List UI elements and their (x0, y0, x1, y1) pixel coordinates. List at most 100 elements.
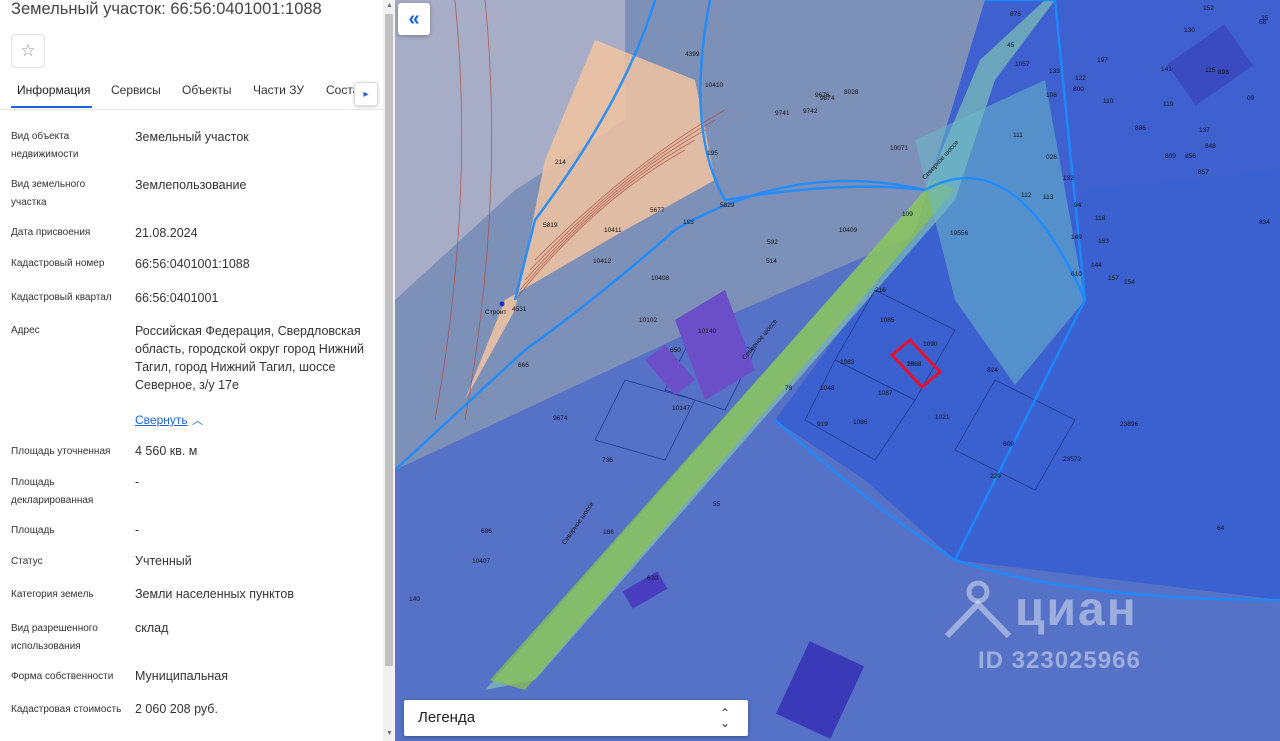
parcel-label: 110 (1103, 98, 1114, 105)
parcel-label: 10409 (839, 227, 857, 234)
parcel-label: 195 (707, 150, 718, 157)
collapse-panel-button[interactable]: « (398, 3, 430, 35)
map-canvas[interactable]: 108810901085108310871086102121678 1048919… (395, 0, 1280, 741)
parcel-label: 1085 (880, 317, 895, 324)
property-value: - (135, 523, 140, 537)
parcel-label: 809 (1165, 153, 1176, 160)
chevron-right-icon: ▸ (363, 88, 369, 100)
chevron-up-icon[interactable]: ︿ (192, 412, 203, 428)
parcel-label: 592 (767, 239, 778, 246)
scroll-down-icon[interactable]: ▼ (386, 730, 393, 737)
property-label: Статус (11, 556, 43, 567)
parcel-label: 1083 (840, 359, 855, 366)
property-value: Земельный участок (135, 130, 249, 144)
parcel-label: 5819 (543, 222, 558, 229)
property-label: Форма собственности (11, 671, 114, 682)
parcel-label: 028 (1046, 154, 1057, 161)
tab-parts[interactable]: Части ЗУ (253, 83, 304, 97)
property-value: Муниципальная (135, 669, 228, 683)
tabs-scroll-right-button[interactable]: ▸ (354, 82, 378, 106)
parcel-label: 197 (1097, 57, 1108, 64)
parcel-label: 10102 (639, 317, 657, 324)
parcel-label: 1087 (878, 390, 893, 397)
parcel-label: 154 (1124, 279, 1135, 286)
parcel-label: 9874 (820, 95, 835, 102)
property-value: Земли населенных пунктов (135, 587, 294, 601)
parcel-label: 610 (1071, 271, 1082, 278)
parcel-label: 1021 (935, 414, 950, 421)
parcel-label: 1048 (820, 385, 835, 392)
parcel-label: 144 (1091, 262, 1102, 269)
property-label: Вид объекта недвижимости (11, 131, 79, 160)
parcel-label: 824 (987, 367, 998, 374)
parcel-label: 64 (1217, 525, 1225, 532)
parcel-label: 5829 (720, 202, 735, 209)
property-value: 2 060 208 руб. (135, 702, 218, 716)
parcel-label: 149 (1071, 234, 1082, 241)
parcel-label: 10071 (890, 145, 908, 152)
parcel-label: 10410 (705, 82, 723, 89)
scroll-up-icon[interactable]: ▲ (386, 2, 393, 9)
property-label: Кадастровый номер (11, 258, 105, 269)
parcel-label: 686 (481, 528, 492, 535)
property-value: склад (135, 621, 169, 635)
cian-logo-icon (945, 580, 1012, 639)
tab-information[interactable]: Информация (17, 83, 90, 97)
parcel-label: 45 (1007, 42, 1015, 49)
parcel-label: 1086 (853, 419, 868, 426)
parcel-label: 834 (1259, 219, 1270, 226)
property-label: Площадь уточненная (11, 446, 111, 457)
collapse-link[interactable]: Свернуть (135, 413, 188, 427)
property-label: Площадь декларированная (11, 477, 94, 506)
parcel-label: 55 (713, 501, 721, 508)
property-label: Категория земель (11, 589, 94, 600)
property-label: Вид земельного участка (11, 179, 86, 208)
property-label: Вид разрешенного использования (11, 623, 98, 652)
parcel-label: 848 (1205, 143, 1216, 150)
info-panel: Земельный участок: 66:56:0401001:1088 ☆ … (0, 0, 383, 741)
parcel-label: 10140 (698, 328, 716, 335)
parcel-label: 800 (1073, 86, 1084, 93)
parcel-label: 23896 (1120, 421, 1138, 428)
tab-services[interactable]: Сервисы (111, 83, 161, 97)
parcel-label: 132 (1063, 175, 1074, 182)
property-value: Учтенный (135, 554, 192, 568)
parcel-label: 216 (875, 287, 886, 294)
parcel-label: 10147 (672, 405, 690, 412)
property-label: Адрес (11, 325, 40, 336)
parcel-label: 514 (766, 258, 777, 265)
favorite-button[interactable]: ☆ (11, 34, 45, 68)
parcel-label: 214 (555, 159, 566, 166)
cadastral-map[interactable]: 1088 1090 1085 1083 1087 1086 1021 216 78 1048 919… (395, 0, 1280, 741)
place-label: Строит (485, 309, 507, 316)
chevron-up-down-icon: ⌃ ⌄ (720, 706, 731, 730)
parcel-label: 229 (990, 473, 1001, 480)
property-label: Дата присвоения (11, 227, 91, 238)
active-tab-indicator (11, 106, 92, 108)
scrollbar-thumb[interactable] (385, 14, 393, 666)
parcel-label: 109 (902, 211, 913, 218)
parcel-label: 10407 (472, 558, 490, 565)
parcel-label: 9741 (775, 110, 790, 117)
parcel-label: 137 (1199, 127, 1210, 134)
parcel-label: 5677 (650, 207, 665, 214)
parcel-label: 166 (603, 529, 614, 536)
property-value: - (135, 475, 140, 489)
parcel-label: 122 (1075, 75, 1086, 82)
parcel-label: 35 (1261, 15, 1269, 22)
parcel-label: 141 (1161, 66, 1172, 73)
tab-objects[interactable]: Объекты (182, 83, 232, 97)
panel-scrollbar[interactable]: ▲ ▼ (383, 0, 395, 741)
parcel-label: 736 (602, 457, 613, 464)
star-icon: ☆ (20, 41, 36, 60)
parcel-label: 152 (1203, 5, 1214, 12)
parcel-label: 898 (1218, 69, 1229, 76)
parcel-label: 1090 (923, 341, 938, 348)
property-label: Площадь (11, 525, 55, 536)
property-value: 66:56:0401001 (135, 291, 219, 305)
parcel-label: 666 (518, 362, 529, 369)
legend-select[interactable]: Легенда ⌃ ⌄ (404, 700, 748, 736)
property-value: 4 560 кв. м (135, 444, 198, 458)
parcel-label: 94 (1074, 202, 1082, 209)
parcel-label: 09 (1247, 95, 1255, 102)
